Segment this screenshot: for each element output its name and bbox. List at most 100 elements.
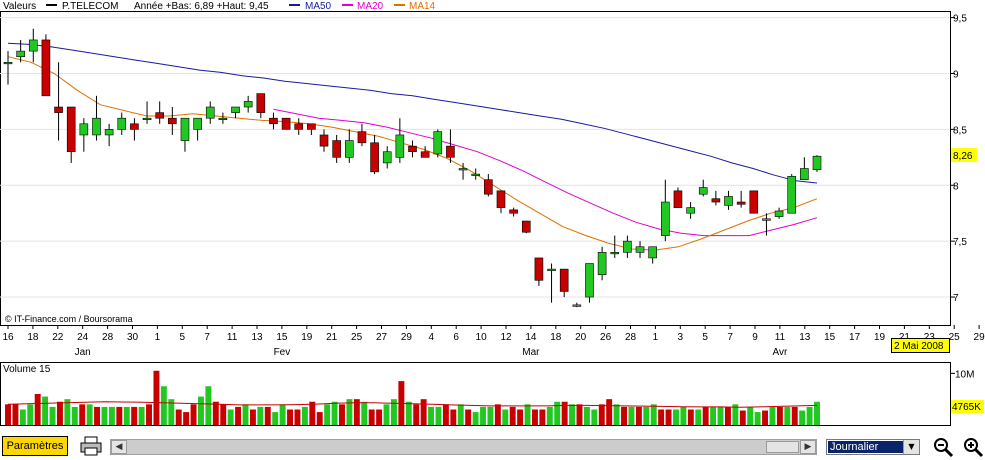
candle-body xyxy=(635,246,645,253)
volume-title: Volume 15 xyxy=(3,364,51,375)
candle-body xyxy=(458,168,468,171)
volume-bar xyxy=(762,410,769,425)
legend-series: P.TELECOM xyxy=(62,1,119,12)
candle-body xyxy=(168,117,177,125)
volume-bar xyxy=(56,401,63,425)
date-tick-label: 29 xyxy=(974,332,985,343)
volume-bar xyxy=(724,406,731,425)
candle-body xyxy=(344,140,354,158)
volume-bar xyxy=(494,404,501,425)
volume-bar xyxy=(405,401,412,425)
candle-body xyxy=(294,123,304,130)
date-tick-label: 11 xyxy=(775,332,786,343)
volume-bar xyxy=(272,412,279,425)
month-label: Fev xyxy=(274,347,291,358)
date-tick-label: 1 xyxy=(653,332,659,343)
volume-bar xyxy=(49,406,56,425)
printer-icon[interactable] xyxy=(80,436,102,456)
volume-bar xyxy=(702,406,709,425)
candle-body xyxy=(749,190,759,214)
parametres-button[interactable]: Paramètres xyxy=(2,436,68,456)
volume-bar xyxy=(791,406,798,425)
volume-bar xyxy=(27,404,34,425)
volume-bar xyxy=(294,409,301,425)
volume-bar xyxy=(175,409,182,425)
time-scrollbar[interactable]: ◀ ▶ xyxy=(110,439,817,455)
volume-bar xyxy=(643,406,650,425)
candle-body xyxy=(420,151,430,158)
candle-body xyxy=(812,155,822,170)
candle-body xyxy=(269,117,278,125)
volume-bar xyxy=(183,412,190,425)
volume-bar xyxy=(769,406,776,425)
volume-bar xyxy=(472,412,479,425)
volume-bar xyxy=(680,406,687,425)
volume-bar xyxy=(339,404,345,425)
volume-bar xyxy=(146,404,152,425)
candle-body xyxy=(256,93,266,113)
volume-bar xyxy=(190,404,197,425)
volume-bar xyxy=(465,409,472,425)
legend-range: Année +Bas: 6,89 +Haut: 9,45 xyxy=(134,1,269,12)
volume-bar xyxy=(583,406,590,425)
volume-last-label: 4765K xyxy=(951,400,984,413)
candle-body xyxy=(559,268,569,292)
date-tick-label: 15 xyxy=(824,332,836,343)
date-tick-label: 13 xyxy=(251,332,263,343)
month-label: Jan xyxy=(75,347,91,358)
candle-body xyxy=(446,145,455,158)
volume-bar xyxy=(123,406,130,425)
volume-bar xyxy=(628,406,635,425)
legend-ma14: MA14 xyxy=(409,1,436,12)
price-tick-label: 7 xyxy=(953,293,959,304)
volume-bar xyxy=(576,404,583,425)
period-select[interactable]: Journalier ▼ xyxy=(826,439,920,455)
candle-body xyxy=(673,190,683,208)
volume-bar xyxy=(324,404,331,425)
volume-bar xyxy=(264,406,271,425)
volume-bar xyxy=(606,399,613,425)
candle-body xyxy=(774,210,784,217)
candle-body xyxy=(28,39,38,52)
scroll-right-icon[interactable]: ▶ xyxy=(800,440,816,454)
legend-ma20: MA20 xyxy=(357,1,384,12)
volume-bar xyxy=(220,404,227,425)
date-tick-label: 4 xyxy=(429,332,435,343)
candle-body xyxy=(79,123,89,136)
candle-body xyxy=(597,252,607,275)
volume-bar xyxy=(316,412,323,425)
volume-bar xyxy=(413,404,420,425)
candle-body xyxy=(117,117,127,130)
candle-body xyxy=(648,246,657,259)
date-tick-label: 15 xyxy=(276,332,288,343)
candle-body xyxy=(130,123,139,130)
volume-bar xyxy=(539,409,546,425)
zoom-in-icon[interactable] xyxy=(962,436,984,458)
candle-body xyxy=(698,187,708,195)
candle-body xyxy=(332,140,341,158)
candle-body xyxy=(509,209,518,214)
candle-body xyxy=(66,106,76,153)
volume-bar xyxy=(279,404,286,425)
scroll-left-icon[interactable]: ◀ xyxy=(111,440,127,454)
date-box-text: 2 Mai 2008 xyxy=(894,341,944,352)
volume-bar xyxy=(257,406,264,425)
chevron-down-icon[interactable]: ▼ xyxy=(903,440,919,454)
volume-bar xyxy=(376,409,383,425)
volume-bar xyxy=(621,406,627,425)
candle-body xyxy=(41,39,51,97)
scroll-thumb[interactable] xyxy=(766,441,799,453)
volume-bar xyxy=(569,404,576,425)
date-tick-label: 30 xyxy=(127,332,139,343)
candle-body xyxy=(370,142,379,173)
candle-body xyxy=(585,263,594,298)
volume-bar xyxy=(524,404,531,425)
volume-bar xyxy=(5,404,11,425)
date-box: 2 Mai 2008 xyxy=(891,338,950,353)
volume-bar xyxy=(86,404,93,425)
date-tick-label: 26 xyxy=(600,332,612,343)
zoom-out-icon[interactable] xyxy=(932,436,954,458)
volume-bar xyxy=(487,406,494,425)
volume-bar xyxy=(12,404,19,425)
date-tick-label: 18 xyxy=(27,332,39,343)
